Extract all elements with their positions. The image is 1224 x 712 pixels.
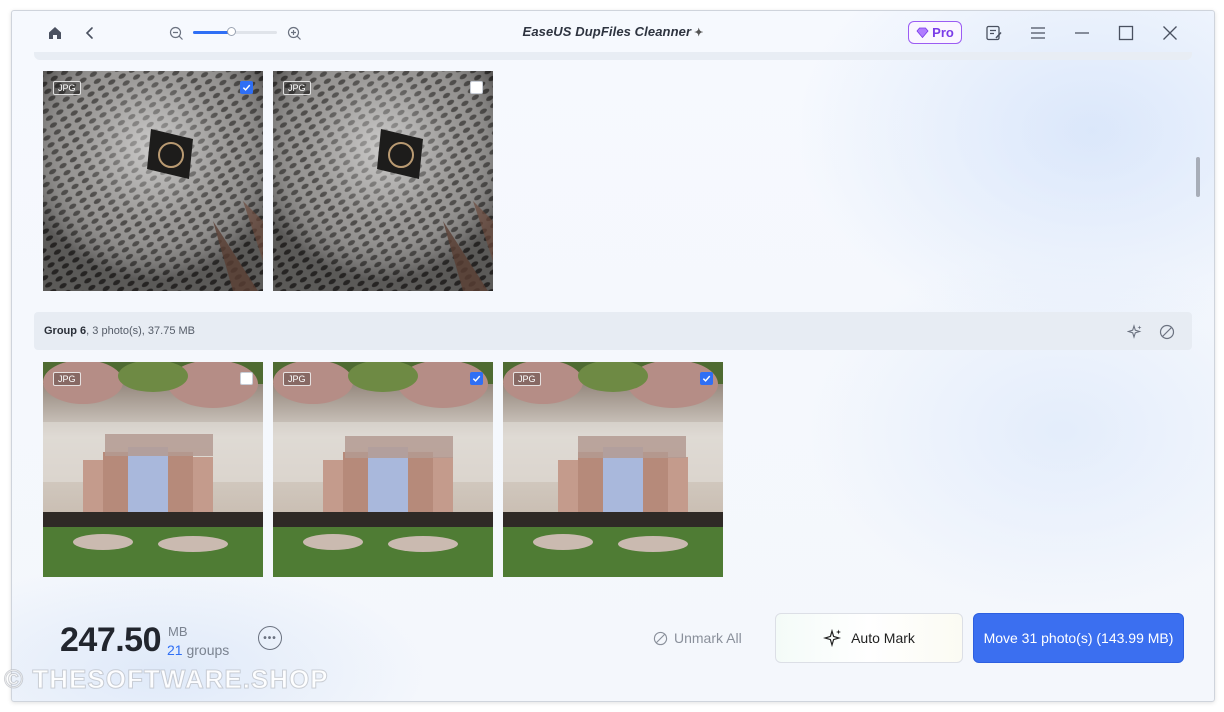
sparkle-icon — [823, 628, 842, 648]
feedback-icon[interactable] — [983, 22, 1005, 44]
photo-checkbox[interactable] — [240, 81, 253, 94]
photo-thumbnail[interactable]: JPG — [273, 71, 493, 291]
file-type-tag: JPG — [53, 81, 81, 95]
total-size-unit: MB — [168, 624, 188, 639]
unmark-all-label: Unmark All — [674, 630, 742, 646]
ellipsis-icon: ••• — [263, 632, 277, 644]
file-type-tag: JPG — [283, 81, 311, 95]
ban-icon — [653, 631, 668, 645]
maximize-icon[interactable] — [1115, 22, 1137, 44]
photo-image — [273, 362, 493, 577]
group-header-previous — [34, 52, 1192, 60]
photo-checkbox[interactable] — [240, 372, 253, 385]
more-options-button[interactable]: ••• — [258, 626, 282, 650]
group-name: Group 6 — [44, 325, 87, 337]
groups-count-line: 21 groups — [167, 642, 229, 658]
diamond-icon — [916, 27, 929, 38]
file-type-tag: JPG — [283, 372, 311, 386]
photo-image — [503, 362, 723, 577]
move-photos-label: Move 31 photo(s) (143.99 MB) — [983, 630, 1174, 646]
auto-mark-group-icon[interactable] — [1126, 323, 1144, 341]
photo-image — [43, 362, 263, 577]
photo-checkbox[interactable] — [470, 81, 483, 94]
minimize-icon[interactable] — [1071, 22, 1093, 44]
close-icon[interactable] — [1159, 22, 1181, 44]
photo-thumbnail[interactable]: JPG — [43, 71, 263, 291]
file-type-tag: JPG — [53, 372, 81, 386]
group-title: Group 6, 3 photo(s), 37.75 MB — [44, 325, 195, 337]
scrollbar-thumb[interactable] — [1196, 157, 1200, 197]
menu-icon[interactable] — [1027, 22, 1049, 44]
group-summary: , 3 photo(s), 37.75 MB — [86, 325, 196, 337]
pro-upgrade-button[interactable]: Pro — [908, 21, 962, 44]
title-bar: EaseUS DupFiles Cleanner ✦ Pro — [12, 11, 1214, 55]
photo-checkbox[interactable] — [700, 372, 713, 385]
groups-count: 21 — [167, 642, 183, 658]
unmark-group-icon[interactable] — [1158, 323, 1176, 341]
unmark-all-button[interactable]: Unmark All — [653, 630, 742, 646]
sparkle-icon: ✦ — [694, 27, 704, 39]
photo-image — [43, 71, 263, 291]
watermark-text: © THESOFTWARE.SHOP — [4, 664, 329, 695]
move-photos-button[interactable]: Move 31 photo(s) (143.99 MB) — [973, 613, 1184, 663]
auto-mark-button[interactable]: Auto Mark — [775, 613, 963, 663]
photo-checkbox[interactable] — [470, 372, 483, 385]
file-type-tag: JPG — [513, 372, 541, 386]
app-window: EaseUS DupFiles Cleanner ✦ Pro JPG JPG G… — [11, 10, 1215, 702]
pro-label: Pro — [932, 25, 954, 40]
total-size-value: 247.50 — [60, 621, 162, 659]
photo-thumbnail[interactable]: JPG — [503, 362, 723, 577]
auto-mark-label: Auto Mark — [851, 630, 915, 646]
groups-label: groups — [186, 642, 230, 658]
group-header: Group 6, 3 photo(s), 37.75 MB — [34, 312, 1192, 350]
photo-thumbnail[interactable]: JPG — [273, 362, 493, 577]
photo-thumbnail[interactable]: JPG — [43, 362, 263, 577]
photo-image — [273, 71, 493, 291]
app-title-text: EaseUS DupFiles Cleanner — [522, 24, 692, 39]
